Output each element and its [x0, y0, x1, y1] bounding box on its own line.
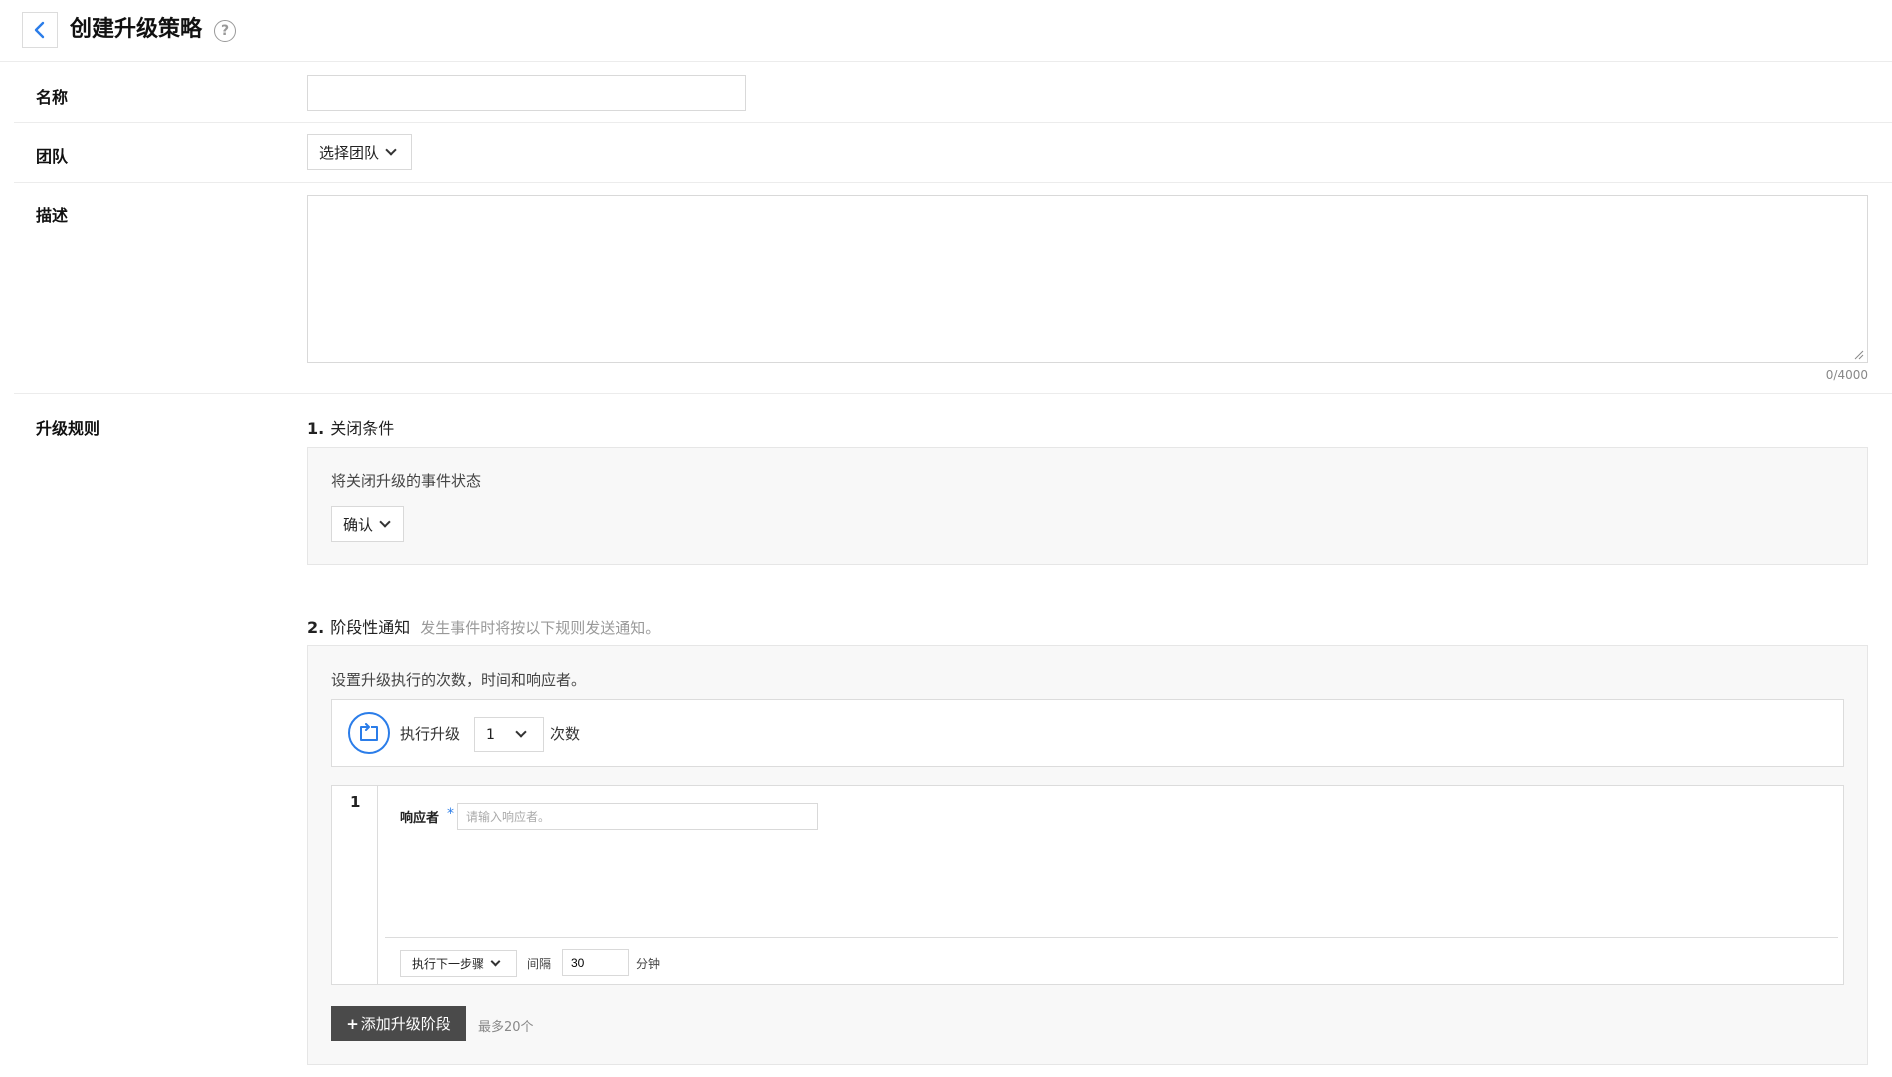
resize-handle-icon[interactable] [1852, 348, 1864, 360]
row-divider [14, 122, 1892, 123]
max-stages-hint: 最多20个 [478, 1020, 534, 1035]
chevron-down-icon [385, 143, 397, 156]
section-title: 阶段性通知 [330, 618, 411, 637]
question-circle-icon[interactable]: ? [214, 20, 236, 42]
times-label: 次数 [550, 725, 581, 743]
team-label: 团队 [36, 147, 69, 166]
step-divider [385, 937, 1838, 938]
execute-escalation-label: 执行升级 [400, 725, 461, 743]
execution-count-select[interactable]: 1 [474, 717, 544, 752]
char-counter: 0/4000 [1825, 368, 1868, 382]
close-condition-panel [307, 447, 1868, 565]
responder-input[interactable] [457, 803, 818, 830]
minutes-label: 分钟 [636, 957, 661, 971]
chevron-down-icon [490, 956, 501, 967]
step-gutter [331, 785, 378, 985]
incident-status-select[interactable]: 确认 [331, 506, 404, 542]
interval-label: 间隔 [527, 957, 552, 971]
page-header: 创建升级策略 ? [0, 0, 1892, 62]
description-textarea[interactable] [307, 195, 1868, 363]
required-marker: * [447, 806, 454, 822]
page-title: 创建升级策略 [70, 17, 203, 42]
name-input[interactable] [307, 75, 746, 111]
team-select[interactable]: 选择团队 [307, 134, 412, 170]
section-title: 关闭条件 [330, 419, 395, 438]
team-select-value: 选择团队 [319, 143, 380, 162]
close-condition-heading: 1. 关闭条件 [307, 415, 394, 439]
section-hint: 发生事件时将按以下规则发送通知。 [420, 619, 661, 637]
staged-notification-description: 设置升级执行的次数，时间和响应者。 [331, 671, 587, 689]
section-number: 2. [307, 618, 325, 637]
row-divider [14, 393, 1892, 394]
execution-count-value: 1 [486, 726, 495, 743]
staged-notification-heading: 2. 阶段性通知 发生事件时将按以下规则发送通知。 [307, 614, 660, 638]
section-number: 1. [307, 419, 325, 438]
add-escalation-stage-button[interactable]: + 添加升级阶段 [331, 1006, 466, 1041]
responder-label: 响应者 [400, 811, 440, 826]
row-divider [14, 182, 1892, 183]
next-action-select[interactable]: 执行下一步骤 [400, 950, 517, 977]
add-button-label: 添加升级阶段 [360, 1015, 451, 1033]
plus-icon: + [346, 1014, 359, 1033]
back-button[interactable] [22, 12, 58, 48]
chevron-down-icon [379, 515, 391, 528]
interval-input[interactable] [562, 949, 629, 976]
description-label: 描述 [36, 206, 69, 225]
close-condition-description: 将关闭升级的事件状态 [331, 472, 482, 490]
repeat-icon [348, 712, 390, 754]
chevron-down-icon [515, 726, 527, 738]
next-action-value: 执行下一步骤 [412, 957, 485, 971]
chevron-left-icon [34, 21, 45, 39]
rules-label: 升级规则 [36, 419, 101, 438]
name-label: 名称 [36, 88, 69, 107]
status-select-value: 确认 [343, 515, 374, 534]
step-index: 1 [350, 793, 361, 811]
